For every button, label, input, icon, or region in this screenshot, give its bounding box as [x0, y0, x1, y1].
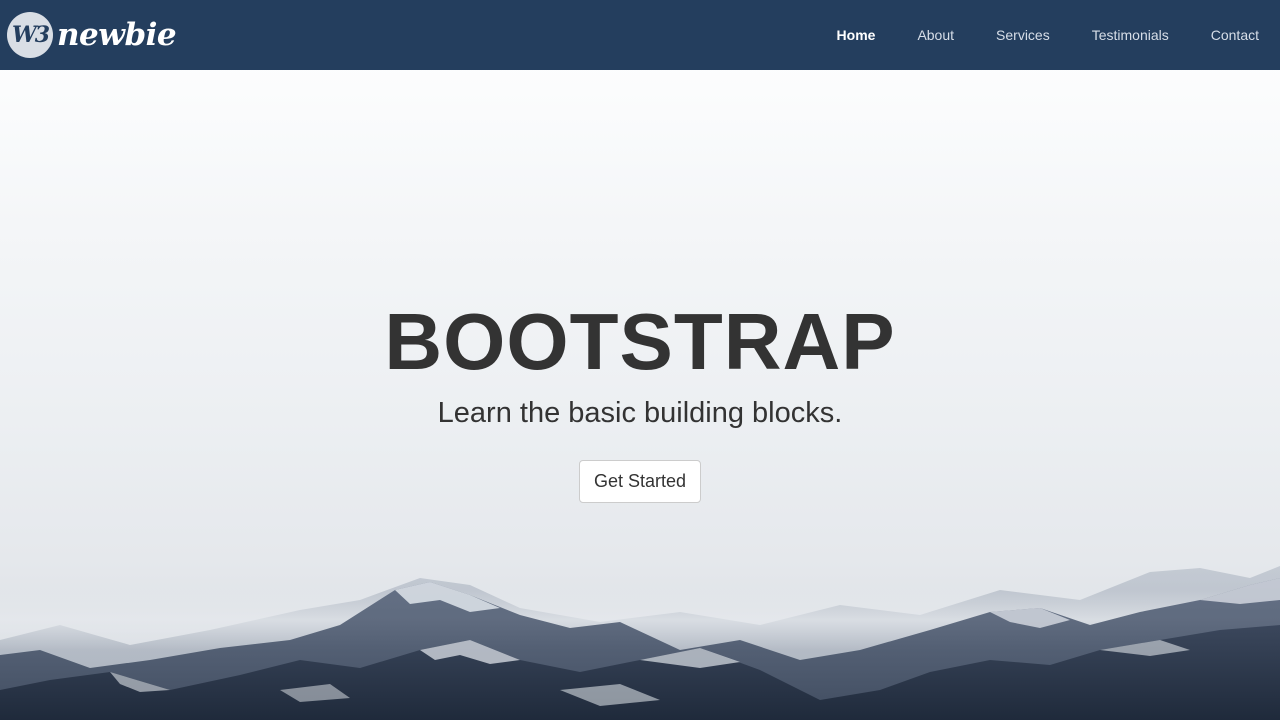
hero-subtitle: Learn the basic building blocks.: [437, 397, 843, 429]
top-navbar: W3 newbie Home About Services Testimonia…: [0, 0, 1280, 70]
nav-item-home[interactable]: Home: [816, 27, 897, 43]
hero-title: BOOTSTRAP: [384, 297, 896, 386]
nav-item-services[interactable]: Services: [975, 27, 1071, 43]
hero-content: BOOTSTRAP Learn the basic building block…: [0, 296, 1280, 503]
brand-name: newbie: [57, 16, 177, 53]
brand-logo[interactable]: W3 newbie: [7, 10, 177, 60]
get-started-button[interactable]: Get Started: [578, 460, 702, 503]
nav-item-contact[interactable]: Contact: [1190, 27, 1280, 43]
page: W3 newbie Home About Services Testimonia…: [0, 0, 1280, 720]
nav-item-about[interactable]: About: [896, 27, 975, 43]
nav-links: Home About Services Testimonials Contact: [816, 0, 1280, 70]
brand-badge-icon: W3: [7, 12, 53, 58]
nav-item-testimonials[interactable]: Testimonials: [1071, 27, 1190, 43]
